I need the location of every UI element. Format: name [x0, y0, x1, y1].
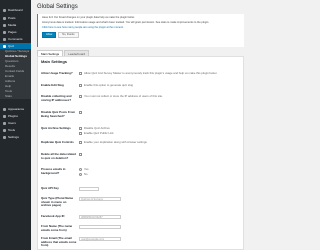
- setting-label: Process emails in background?: [41, 167, 66, 175]
- setting-label: Duplicate Quiz Controls: [41, 140, 74, 144]
- page-title: Global Settings: [37, 4, 78, 10]
- allow-tracking-button[interactable]: Allow: [42, 31, 57, 38]
- sidebar-item-label: Posts: [8, 15, 16, 20]
- sidebar-item-comments[interactable]: Comments: [0, 36, 31, 42]
- setting-desc: Enable your duplication along with Answe…: [84, 140, 147, 144]
- user-icon: [3, 121, 6, 125]
- sidebar-item-pages[interactable]: Pages: [0, 29, 31, 35]
- sidebar-item-label: Settings: [8, 134, 19, 139]
- option-label: Enable Quiz Public Link: [84, 130, 114, 135]
- tracking-notice: Have fun! Our broad changes on your plug…: [37, 14, 244, 47]
- duplicate-controls-checkbox[interactable]: [79, 141, 82, 145]
- setting-label: Facebook App ID: [41, 214, 65, 218]
- settings-panel: Main Settings Allow Usage Tracking? Allo…: [37, 56, 244, 250]
- search-checkbox[interactable]: [79, 111, 82, 115]
- sidebar-item-plugins[interactable]: Plugins: [0, 113, 31, 119]
- main-content: Global Settings Have fun! Our broad chan…: [31, 0, 250, 250]
- dashboard-icon: [3, 8, 6, 12]
- background-yes-radio[interactable]: [79, 168, 82, 172]
- public-link-checkbox[interactable]: [79, 131, 82, 135]
- notice-text: Anonymous data is tracked. Information u…: [42, 21, 210, 25]
- submenu-stats[interactable]: Stats: [0, 94, 31, 99]
- from-name-input[interactable]: [79, 225, 121, 229]
- delete-data-checkbox[interactable]: [79, 153, 82, 157]
- pin-icon: [3, 16, 6, 20]
- notice-buttons: Allow No, thanks: [42, 31, 240, 38]
- settings-icon: [3, 135, 6, 139]
- setting-label: Allow Usage Tracking?: [41, 71, 73, 75]
- setting-label: Enable Edit Slug: [41, 83, 64, 87]
- setting-label: Disable Quiz Posts From Being Searched?: [41, 110, 76, 118]
- disable-archive-checkbox[interactable]: [79, 127, 82, 131]
- sidebar-item-label: Users: [8, 120, 16, 125]
- sidebar-item-posts[interactable]: Posts: [0, 15, 31, 21]
- decline-tracking-button[interactable]: No, thanks: [58, 31, 79, 38]
- option-label: Yes: [84, 167, 89, 171]
- sidebar-item-label: Comments: [8, 36, 23, 41]
- option-label: Disable Quiz Archive: [84, 126, 110, 130]
- edit-slug-checkbox[interactable]: [79, 84, 82, 88]
- ip-collection-checkbox[interactable]: [79, 95, 82, 99]
- setting-label: Quiz Type (Plural Name shown in menu on …: [41, 196, 74, 207]
- sidebar-item-label: Quiz: [8, 43, 15, 48]
- sidebar-item-media[interactable]: Media: [0, 22, 31, 28]
- setting-desc: You must not collect or store the IP add…: [84, 94, 163, 98]
- quiz-submenu: Quizzes / Surveys Global Settings Questi…: [0, 49, 31, 99]
- page-icon: [3, 30, 6, 34]
- sidebar-item-label: Appearance: [8, 106, 25, 111]
- sidebar-item-label: Dashboard: [8, 7, 23, 12]
- admin-sidebar: Dashboard Posts Media Pages Comments Qui…: [0, 0, 31, 250]
- setting-label: Quiz Archive Settings: [41, 126, 71, 130]
- sidebar-item-label: Pages: [8, 29, 17, 34]
- setting-label: From Name (The name emails come from): [41, 224, 73, 232]
- usage-tracking-checkbox[interactable]: [79, 72, 82, 76]
- brush-icon: [3, 107, 6, 111]
- from-email-input[interactable]: user@example.com: [79, 237, 121, 241]
- sidebar-item-settings[interactable]: Settings: [0, 134, 31, 140]
- setting-label: From Email (The email address that email…: [41, 236, 77, 247]
- sidebar-item-appearance[interactable]: Appearance: [0, 106, 31, 112]
- notice-text: Have fun! Our broad changes on your plug…: [42, 16, 135, 19]
- setting-label: Delete all the data related to quiz on d…: [41, 152, 76, 160]
- media-icon: [3, 23, 6, 27]
- api-key-input[interactable]: [79, 187, 99, 191]
- sidebar-item-label: Tools: [8, 127, 16, 132]
- setting-label: Quiz API Key: [41, 186, 59, 190]
- setting-desc: Enable this option to generate quiz slug: [84, 83, 133, 87]
- facebook-app-id-input[interactable]: 483815031724257: [79, 215, 121, 219]
- section-title: Main Settings: [41, 59, 68, 64]
- setting-desc: Allow Quiz And Survey Master to anonymou…: [84, 71, 218, 75]
- sidebar-item-dashboard[interactable]: Dashboard: [0, 7, 31, 13]
- comment-icon: [3, 37, 6, 41]
- sidebar-item-tools[interactable]: Tools: [0, 127, 31, 133]
- sidebar-item-users[interactable]: Users: [0, 120, 31, 126]
- plugin-icon: [3, 114, 6, 118]
- wrench-icon: [3, 128, 6, 132]
- quiz-type-input[interactable]: Quizzes & Surveys: [79, 197, 121, 201]
- sidebar-item-label: Plugins: [8, 113, 18, 118]
- sidebar-item-label: Media: [8, 22, 17, 27]
- notice-link[interactable]: Click here to see how many people are us…: [42, 26, 240, 29]
- background-no-radio[interactable]: [79, 172, 82, 176]
- option-label: No: [84, 171, 88, 176]
- quiz-icon: [3, 44, 6, 48]
- setting-label: Disable collecting and storing IP addres…: [41, 94, 72, 102]
